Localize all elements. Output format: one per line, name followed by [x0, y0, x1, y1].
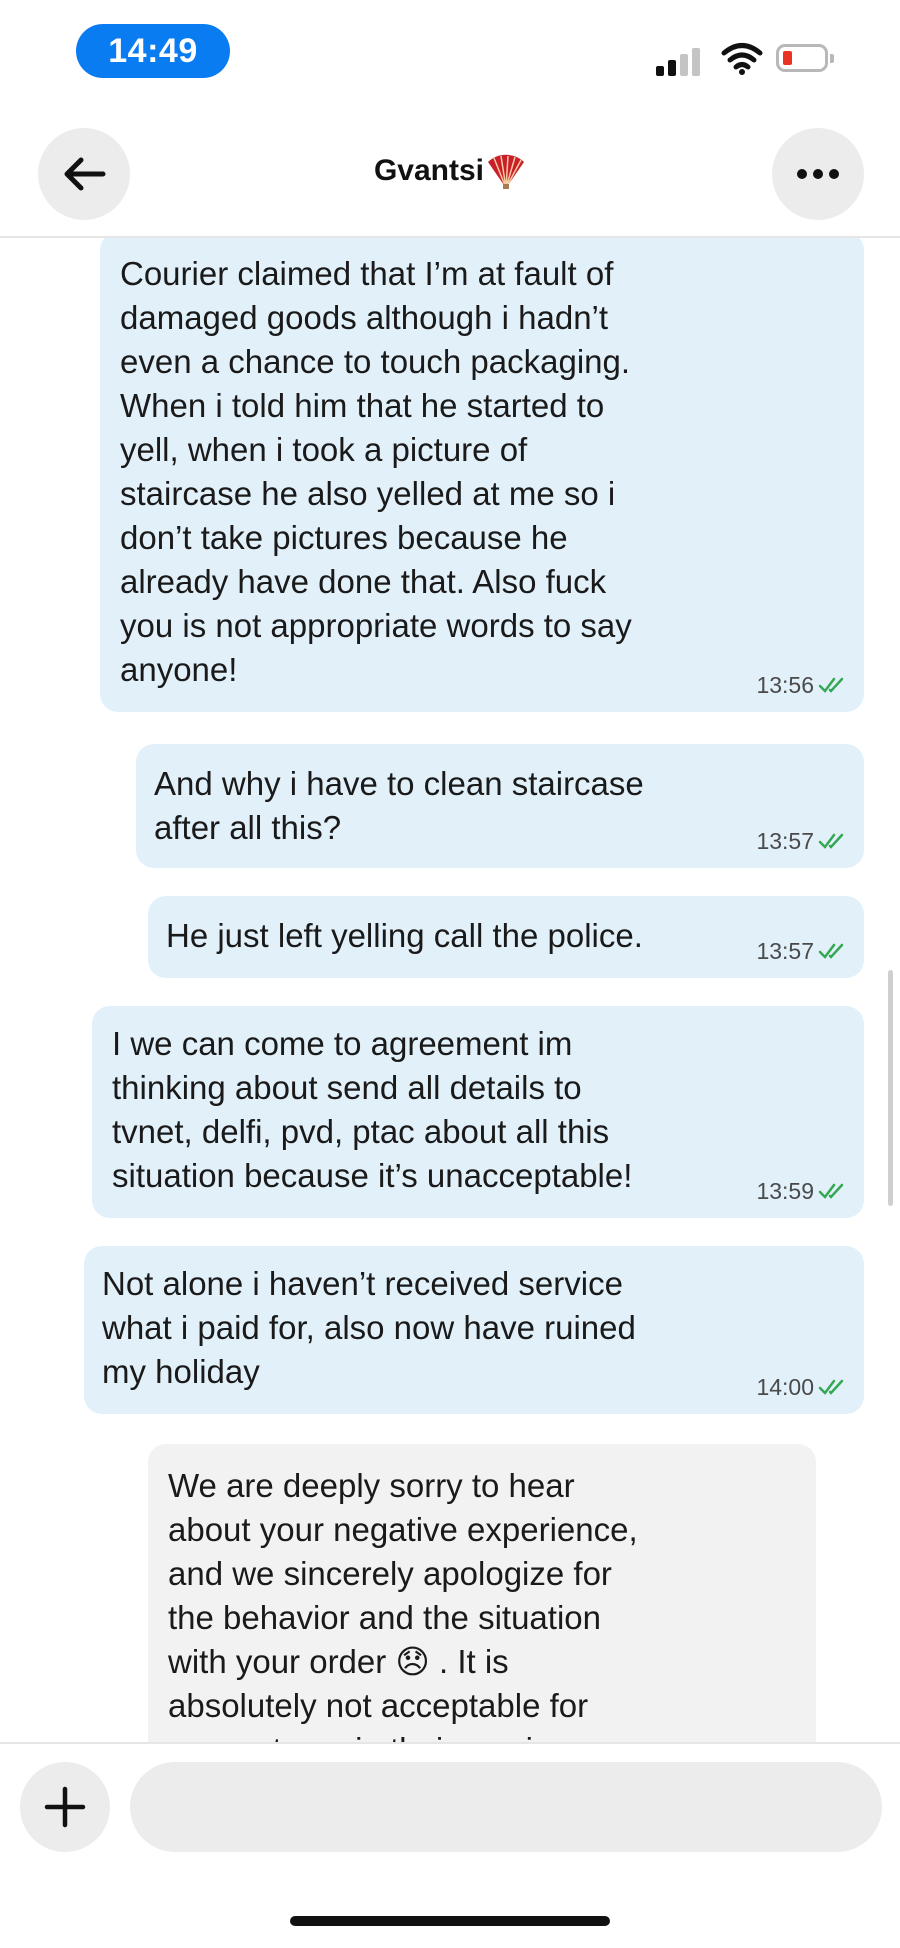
- contact-name: Gvantsi: [373, 154, 485, 187]
- message-list[interactable]: Courier claimed that I’m at fault of dam…: [0, 238, 900, 1742]
- status-bar: 14:49: [0, 0, 900, 100]
- message-bubble[interactable]: Not alone i haven’t received service wha…: [84, 1246, 864, 1414]
- battery-icon: [776, 44, 834, 72]
- message-text: And why i have to clean staircase after …: [154, 765, 644, 846]
- read-checkmarks-icon: [818, 1183, 844, 1199]
- message-bubble[interactable]: We are deeply sorry to hear about your n…: [148, 1444, 816, 1742]
- message-bubble[interactable]: I we can come to agreement im thinking a…: [92, 1006, 864, 1218]
- message-text: Courier claimed that I’m at fault of dam…: [120, 255, 632, 688]
- home-indicator[interactable]: [290, 1916, 610, 1926]
- status-time: 14:49: [76, 24, 230, 78]
- cellular-signal-icon: [656, 44, 702, 76]
- message-text: Not alone i haven’t received service wha…: [102, 1265, 636, 1390]
- chat-header: Gvantsi: [0, 110, 900, 238]
- message-text: I we can come to agreement im thinking a…: [112, 1025, 633, 1194]
- plus-icon: [44, 1786, 86, 1828]
- message-meta: 13:56: [756, 672, 846, 698]
- message-time: 13:56: [756, 672, 814, 698]
- message-bubble[interactable]: Courier claimed that I’m at fault of dam…: [100, 238, 864, 712]
- folding-fan-icon: [488, 154, 525, 190]
- message-time: 13:57: [756, 938, 814, 964]
- chat-title: Gvantsi: [0, 154, 900, 190]
- read-checkmarks-icon: [818, 677, 844, 693]
- read-checkmarks-icon: [818, 1379, 844, 1395]
- message-meta: 13:59: [756, 1178, 846, 1204]
- message-meta: 14:00: [756, 1374, 846, 1400]
- more-dots-icon: [797, 169, 839, 179]
- message-input[interactable]: [130, 1762, 882, 1852]
- message-meta: 13:57: [756, 828, 846, 854]
- read-checkmarks-icon: [818, 943, 844, 959]
- more-button[interactable]: [772, 128, 864, 220]
- message-meta: 13:57: [756, 938, 846, 964]
- message-bubble[interactable]: He just left yelling call the police. 13…: [148, 896, 864, 978]
- message-bubble[interactable]: And why i have to clean staircase after …: [136, 744, 864, 868]
- message-time: 13:59: [756, 1178, 814, 1204]
- message-text: We are deeply sorry to hear about your n…: [168, 1467, 638, 1742]
- message-time: 13:57: [756, 828, 814, 854]
- wifi-icon: [721, 43, 763, 75]
- message-text: He just left yelling call the police.: [166, 917, 643, 954]
- add-attachment-button[interactable]: [20, 1762, 110, 1852]
- composer: [0, 1742, 900, 1862]
- message-time: 14:00: [756, 1374, 814, 1400]
- read-checkmarks-icon: [818, 833, 844, 849]
- scrollbar-thumb[interactable]: [888, 970, 893, 1206]
